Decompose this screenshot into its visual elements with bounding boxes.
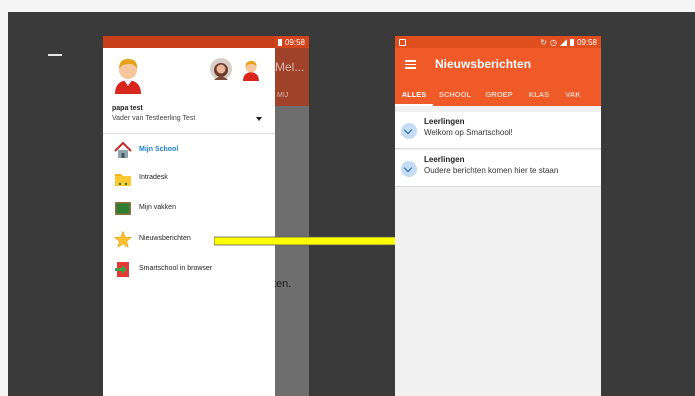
phone-screen-drawer: Mel... MIJ ten. ↻ ◷ 09:58 xyxy=(103,36,309,396)
hamburger-menu-icon[interactable] xyxy=(405,60,416,69)
tab-indicator xyxy=(395,104,433,106)
tab-klas[interactable]: KLAS xyxy=(521,86,557,106)
transition-arrow-icon xyxy=(214,231,418,251)
alarm-icon: ◷ xyxy=(549,37,557,47)
status-time: 09:58 xyxy=(284,37,305,47)
status-time: 09:58 xyxy=(576,37,597,47)
folder-icon xyxy=(115,174,131,186)
app-toolbar: Nieuwsberichten ALLES SCHOOL GROEP KLAS … xyxy=(395,48,601,106)
house-icon xyxy=(114,142,132,158)
news-item[interactable]: Leerlingen Oudere berichten komen hier t… xyxy=(395,150,601,187)
notification-icon xyxy=(399,38,406,46)
expand-chevron-icon[interactable] xyxy=(401,161,417,177)
menu-item-mijn-vakken[interactable]: Mijn vakken xyxy=(103,196,275,222)
phone-screen-news: ↻ ◷ 09:58 Nieuwsberichten ALLES SCHOOL G… xyxy=(395,36,601,396)
tab-label: ALLES xyxy=(401,90,427,99)
menu-label: Intradesk xyxy=(139,174,168,181)
user-name: papa test xyxy=(112,105,143,112)
menu-label: Nieuwsberichten xyxy=(139,235,191,242)
battery-icon xyxy=(277,38,282,46)
status-bar: ↻ ◷ 09:58 xyxy=(395,36,601,48)
news-title: Leerlingen xyxy=(424,155,465,164)
menu-item-mijn-school[interactable]: Mijn School xyxy=(103,138,275,164)
background-title: Mel... xyxy=(275,60,305,74)
tab-label: KLAS xyxy=(528,90,550,99)
signal-icon xyxy=(559,38,567,46)
board-icon xyxy=(115,202,131,215)
tab-vak[interactable]: VAK xyxy=(557,86,589,106)
expand-chevron-icon[interactable] xyxy=(401,123,417,139)
menu-label: Mijn School xyxy=(139,146,179,153)
menu-item-smartschool-browser[interactable]: Smartschool in browser xyxy=(103,257,275,283)
menu-label: Smartschool in browser xyxy=(139,265,213,272)
news-body: Oudere berichten komen hier te staan xyxy=(424,166,559,175)
tab-label: GROEP xyxy=(485,90,513,99)
news-title: Leerlingen xyxy=(424,117,465,126)
news-item[interactable]: Leerlingen Welkom op Smartschool! xyxy=(395,112,601,149)
background-text: ten. xyxy=(273,278,292,290)
user-avatar-icon[interactable] xyxy=(113,56,143,94)
tab-label: VAK xyxy=(565,90,581,99)
tab-bar: ALLES SCHOOL GROEP KLAS VAK xyxy=(395,86,601,106)
drawer-status-strip xyxy=(103,36,275,48)
account-avatar-child-icon[interactable] xyxy=(242,59,260,81)
page-title: Nieuwsberichten xyxy=(435,57,532,71)
menu-label: Mijn vakken xyxy=(139,204,176,211)
account-avatar-woman-icon[interactable] xyxy=(210,58,232,80)
dash-mark xyxy=(48,54,62,56)
tab-school[interactable]: SCHOOL xyxy=(433,86,477,106)
tab-alles[interactable]: ALLES xyxy=(395,86,433,106)
tab-groep[interactable]: GROEP xyxy=(477,86,521,106)
sync-icon: ↻ xyxy=(540,37,547,47)
navigation-drawer: papa test Vader van Testleerling Test Mi… xyxy=(103,36,275,396)
slide-background: Mel... MIJ ten. ↻ ◷ 09:58 xyxy=(8,12,695,396)
background-tab: MIJ xyxy=(277,92,289,99)
star-icon xyxy=(114,231,132,248)
tab-label: SCHOOL xyxy=(438,90,472,99)
battery-icon xyxy=(569,38,574,46)
news-body: Welkom op Smartschool! xyxy=(424,128,513,137)
user-role: Vader van Testleerling Test xyxy=(112,115,196,122)
menu-item-intradesk[interactable]: Intradesk xyxy=(103,166,275,192)
drawer-divider xyxy=(103,133,275,134)
browser-exit-icon xyxy=(115,262,129,277)
account-dropdown-icon[interactable] xyxy=(256,117,262,121)
